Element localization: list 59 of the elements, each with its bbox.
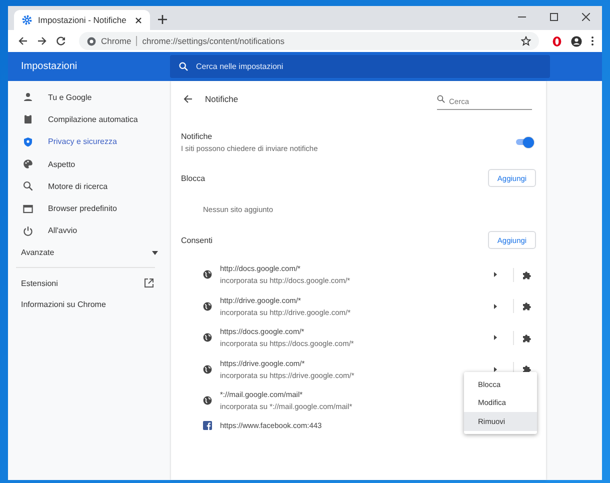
globe-icon <box>203 396 212 406</box>
sidebar-item[interactable]: Motore di ricerca <box>8 175 170 198</box>
toggle-switch[interactable] <box>516 139 532 145</box>
puzzle-icon[interactable] <box>522 332 532 343</box>
search-icon <box>437 95 445 103</box>
setting-title: Notifiche <box>181 132 214 140</box>
back-icon[interactable] <box>18 36 28 46</box>
close-icon[interactable] <box>135 16 142 24</box>
puzzle-icon[interactable] <box>522 301 532 312</box>
search-icon <box>23 181 33 192</box>
globe-icon <box>203 270 212 280</box>
sidebar-item[interactable]: Aspetto <box>8 152 170 176</box>
expand-arrow-icon[interactable] <box>494 366 497 372</box>
about-chrome-link[interactable]: Informazioni su Chrome <box>8 294 170 316</box>
sidebar-item[interactable]: Compilazione automatica <box>8 108 170 131</box>
profile-icon[interactable] <box>571 36 582 46</box>
settings-title: Impostazioni <box>20 61 78 72</box>
chrome-icon <box>87 36 96 46</box>
site-label: Chrome <box>101 36 132 46</box>
sidebar-item[interactable]: Tu e Google <box>8 86 170 108</box>
section-title: Consenti <box>181 236 213 244</box>
url-text: chrome://settings/content/notifications <box>142 36 284 46</box>
clipboard-icon <box>23 114 33 124</box>
sidebar-item[interactable]: Privacy e sicurezza <box>8 130 170 153</box>
puzzle-icon[interactable] <box>522 270 532 280</box>
maximize-icon[interactable] <box>550 13 558 21</box>
star-icon[interactable] <box>521 36 531 46</box>
back-icon[interactable] <box>183 94 193 104</box>
gear-icon <box>22 15 32 25</box>
advanced-section-toggle[interactable]: Avanzate <box>8 242 170 264</box>
page-title: Notifiche <box>205 94 238 104</box>
globe-icon <box>203 302 212 311</box>
globe-icon <box>203 333 212 342</box>
extensions-link[interactable]: Estensioni <box>8 272 170 294</box>
sidebar-item[interactable]: Browser predefinito <box>8 197 170 220</box>
new-tab-icon[interactable] <box>158 15 167 24</box>
reload-icon[interactable] <box>56 36 66 46</box>
section-title: Blocca <box>181 174 206 182</box>
address-bar[interactable]: Chrome chrome://settings/content/notifications <box>79 32 539 50</box>
globe-icon <box>203 364 212 374</box>
extension-icon[interactable] <box>552 36 562 46</box>
tab-title: Impostazioni - Notifiche <box>38 15 128 25</box>
expand-arrow-icon[interactable] <box>494 272 497 278</box>
search-icon <box>179 62 188 71</box>
browser-tab[interactable]: Impostazioni - Notifiche <box>14 10 150 30</box>
open-external-icon <box>144 278 154 288</box>
expand-arrow-icon[interactable] <box>494 304 497 309</box>
close-icon[interactable] <box>582 13 590 21</box>
expand-arrow-icon[interactable] <box>494 335 497 340</box>
person-icon <box>23 92 33 102</box>
sidebar-item[interactable]: All'avvio <box>8 220 170 242</box>
forward-icon[interactable] <box>37 36 47 46</box>
search-field[interactable]: Cerca nelle impostazioni <box>170 55 550 78</box>
menu-icon[interactable] <box>591 36 594 46</box>
palette-icon <box>23 159 33 170</box>
shield-icon <box>23 136 33 147</box>
facebook-icon <box>203 421 212 430</box>
power-icon <box>23 226 33 236</box>
browser-window-icon <box>23 204 33 214</box>
